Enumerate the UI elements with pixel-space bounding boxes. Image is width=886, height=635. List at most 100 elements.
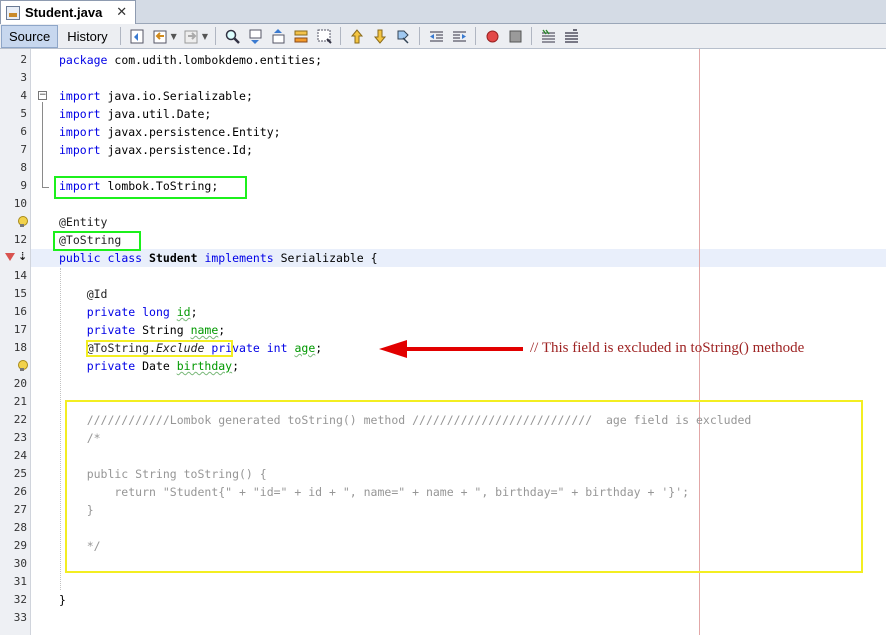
code-token: ; — [218, 323, 226, 337]
line-number: 33 — [13, 611, 27, 624]
red-arrow-head — [379, 340, 407, 358]
code-token: private — [86, 359, 136, 373]
line-number: 2 — [20, 53, 27, 66]
previous-bookmark-icon[interactable] — [348, 27, 367, 46]
red-arrow — [405, 347, 523, 351]
code-line[interactable]: public class Student implements Serializ… — [59, 249, 378, 267]
code-token: package — [59, 53, 108, 67]
hint-bulb-icon[interactable] — [17, 216, 28, 227]
code-line[interactable]: package com.udith.lombokdemo.entities; — [59, 51, 322, 69]
code-token: } — [59, 593, 66, 607]
code-token: ; — [190, 305, 198, 319]
code-token: public — [59, 251, 101, 265]
last-edit-icon[interactable] — [128, 27, 147, 46]
override-marker-icon[interactable] — [5, 253, 15, 261]
code-line[interactable]: import javax.persistence.Entity; — [59, 123, 281, 141]
close-tab-icon[interactable]: ✕ — [116, 6, 127, 19]
code-token: class — [107, 251, 143, 265]
code-token: age — [294, 341, 316, 355]
line-number: 16 — [13, 305, 27, 318]
toggle-highlight-icon[interactable] — [315, 27, 334, 46]
code-line[interactable]: import java.util.Date; — [59, 105, 211, 123]
code-line[interactable]: @Id — [59, 285, 108, 303]
stop-macro-icon[interactable] — [506, 27, 525, 46]
code-token: Date — [135, 359, 177, 373]
tostring-annotation-highlight-box — [53, 231, 141, 251]
code-token: ; — [315, 341, 323, 355]
generated-tostring-box — [65, 400, 863, 573]
java-file-icon — [6, 5, 20, 20]
code-token: import — [59, 107, 101, 121]
excluded-field-note: // This field is excluded in toString() … — [530, 340, 805, 356]
line-number: 10 — [13, 197, 27, 210]
history-view-button[interactable]: History — [59, 25, 115, 48]
toolbar-separator — [214, 27, 216, 45]
comment-icon[interactable] — [539, 27, 558, 46]
start-macro-icon[interactable] — [483, 27, 502, 46]
line-number: 7 — [20, 143, 27, 156]
toolbar-separator — [474, 27, 476, 45]
line-number: 27 — [13, 503, 27, 516]
line-number: 31 — [13, 575, 27, 588]
shift-right-icon[interactable] — [450, 27, 469, 46]
fold-collapse-icon[interactable]: − — [38, 91, 47, 100]
line-number: 12 — [13, 233, 27, 246]
toolbar-separator — [339, 27, 341, 45]
code-token: Serializable { — [273, 251, 378, 265]
line-number: 32 — [13, 593, 27, 606]
code-token: ; — [232, 359, 240, 373]
line-number: 28 — [13, 521, 27, 534]
line-number: 24 — [13, 449, 27, 462]
code-line[interactable]: private Date birthday; — [59, 357, 239, 375]
forward-icon[interactable] — [182, 27, 201, 46]
code-token: long — [142, 305, 170, 319]
code-token: com.udith.lombokdemo.entities; — [107, 53, 323, 67]
code-token: private — [86, 305, 136, 319]
line-number: 5 — [20, 107, 27, 120]
code-token: id — [176, 305, 191, 319]
back-icon[interactable] — [151, 27, 170, 46]
find-previous-icon[interactable] — [246, 27, 265, 46]
back-dropdown-icon[interactable]: ▼ — [171, 32, 177, 41]
shift-left-icon[interactable] — [427, 27, 446, 46]
code-line[interactable]: private long id; — [59, 303, 198, 321]
fold-range-end — [42, 187, 49, 188]
code-token: @Id — [59, 287, 108, 301]
find-next-icon[interactable] — [269, 27, 288, 46]
tab-student-java[interactable]: Student.java ✕ — [0, 0, 136, 24]
line-number: 18 — [13, 341, 27, 354]
toggle-bookmark-icon[interactable] — [394, 27, 413, 46]
source-view-button[interactable]: Source — [1, 24, 59, 48]
code-line[interactable]: private String name; — [59, 321, 226, 339]
forward-dropdown-icon[interactable]: ▼ — [202, 32, 208, 41]
code-line[interactable]: import javax.persistence.Id; — [59, 141, 253, 159]
line-number: 30 — [13, 557, 27, 570]
toolbar-separator — [119, 27, 121, 45]
fold-range-line — [42, 102, 43, 188]
line-number: 8 — [20, 161, 27, 174]
line-number: 23 — [13, 431, 27, 444]
code-token: java.util.Date; — [100, 107, 212, 121]
hint-bulb-icon[interactable] — [17, 360, 28, 371]
next-bookmark-icon[interactable] — [371, 27, 390, 46]
code-line[interactable]: } — [59, 591, 66, 609]
code-line[interactable]: @Entity — [59, 213, 107, 231]
code-token: import — [59, 89, 101, 103]
editor-tab-strip: Student.java ✕ — [0, 0, 886, 24]
find-icon[interactable] — [223, 27, 242, 46]
uncomment-icon[interactable] — [562, 27, 581, 46]
line-number: 26 — [13, 485, 27, 498]
exclude-annotation-highlight-box — [86, 340, 233, 357]
line-number: 3 — [20, 71, 27, 84]
line-number: 20 — [13, 377, 27, 390]
find-selection-icon[interactable] — [292, 27, 311, 46]
line-number: 22 — [13, 413, 27, 426]
implements-down-arrow-icon[interactable]: ⇣ — [18, 251, 27, 262]
code-line[interactable]: import java.io.Serializable; — [59, 87, 253, 105]
code-token: private — [86, 323, 136, 337]
